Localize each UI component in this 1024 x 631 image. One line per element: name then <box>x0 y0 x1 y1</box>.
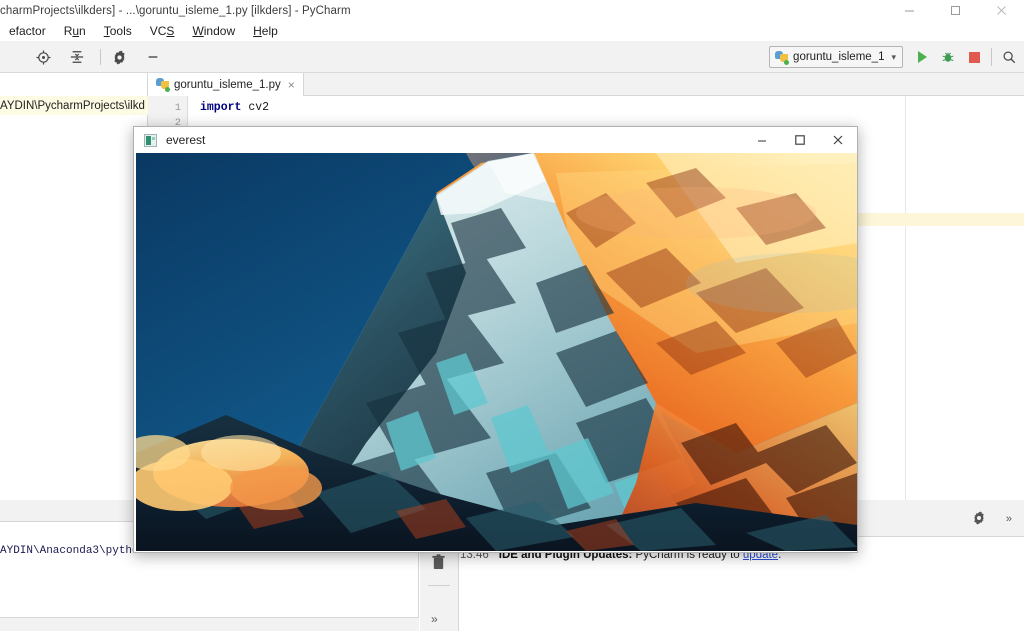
project-selected-path-row[interactable]: AYDIN\PycharmProjects\ilkd <box>0 96 148 115</box>
window-titlebar: charmProjects\ilkders] - ...\goruntu_isl… <box>0 0 1024 21</box>
toolbar-left-group <box>30 41 166 73</box>
image-window-controls <box>743 127 857 153</box>
window-title: charmProjects\ilkders] - ...\goruntu_isl… <box>0 4 351 17</box>
project-tool-window[interactable]: AYDIN\PycharmProjects\ilkd <box>0 73 148 500</box>
toolbar-divider <box>100 49 101 65</box>
main-toolbar: goruntu_isleme_1 ▾ <box>0 41 1024 73</box>
run-configuration-label: goruntu_isleme_1 <box>793 51 885 63</box>
minimize-icon[interactable] <box>886 0 932 21</box>
settings-gear-icon[interactable] <box>106 44 132 70</box>
everest-photo-svg <box>136 153 857 551</box>
expand-icon[interactable]: » <box>431 612 438 626</box>
window-controls <box>886 0 1024 21</box>
close-icon[interactable] <box>978 0 1024 21</box>
project-selected-path: AYDIN\PycharmProjects\ilkd <box>0 99 145 112</box>
toolbar-divider-2 <box>991 48 992 66</box>
debug-button[interactable] <box>935 44 961 70</box>
search-everywhere-icon[interactable] <box>996 44 1022 70</box>
code-keyword: import <box>200 101 242 114</box>
hide-icon[interactable]: » <box>1006 513 1012 525</box>
menu-vcs[interactable]: VCS <box>141 21 184 41</box>
console-output: AYDIN\Anaconda3\python <box>0 545 146 557</box>
right-margin-guide <box>905 96 906 500</box>
opencv-window-icon <box>144 133 157 147</box>
tab-close-icon[interactable]: × <box>288 78 295 92</box>
menu-window[interactable]: Window <box>183 21 244 41</box>
minimize-icon[interactable] <box>743 127 781 153</box>
editor-tabs: goruntu_isleme_1.py × <box>148 73 1024 96</box>
close-icon[interactable] <box>819 127 857 153</box>
maximize-icon[interactable] <box>781 127 819 153</box>
maximize-icon[interactable] <box>932 0 978 21</box>
collapse-all-icon[interactable] <box>64 44 90 70</box>
run-button[interactable] <box>909 44 935 70</box>
tab-label: goruntu_isleme_1.py <box>174 78 281 91</box>
menu-tools[interactable]: Tools <box>95 21 141 41</box>
screen: charmProjects\ilkders] - ...\goruntu_isl… <box>0 0 1024 631</box>
image-viewer-window[interactable]: everest <box>133 126 858 553</box>
hide-panel-icon[interactable] <box>140 44 166 70</box>
run-configuration-selector[interactable]: goruntu_isleme_1 ▾ <box>769 46 903 68</box>
menubar: efactor Run Tools VCS Window Help <box>0 21 1024 41</box>
python-file-icon <box>156 78 170 92</box>
console-statusbar <box>0 617 419 631</box>
stop-button[interactable] <box>961 44 987 70</box>
sidebar-divider <box>428 585 450 586</box>
image-window-title: everest <box>166 133 206 147</box>
code-text: cv2 <box>241 101 270 114</box>
python-file-icon <box>775 50 790 65</box>
chevron-down-icon: ▾ <box>891 51 896 62</box>
code-line-1: import cv2 <box>200 101 269 114</box>
everest-photo <box>136 153 857 551</box>
tab-goruntu-isleme-1[interactable]: goruntu_isleme_1.py × <box>148 73 304 96</box>
settings-gear-icon[interactable] <box>972 511 986 530</box>
locate-target-icon[interactable] <box>30 44 56 70</box>
trash-icon[interactable] <box>431 554 446 575</box>
image-window-titlebar[interactable]: everest <box>134 127 857 153</box>
toolbar-right-group: goruntu_isleme_1 ▾ <box>769 41 1024 73</box>
line-number: 1 <box>174 102 181 114</box>
menu-refactor-label: efactor <box>9 24 46 38</box>
menu-run[interactable]: Run <box>55 21 95 41</box>
menu-refactor[interactable]: efactor <box>0 21 55 41</box>
menu-help[interactable]: Help <box>244 21 287 41</box>
